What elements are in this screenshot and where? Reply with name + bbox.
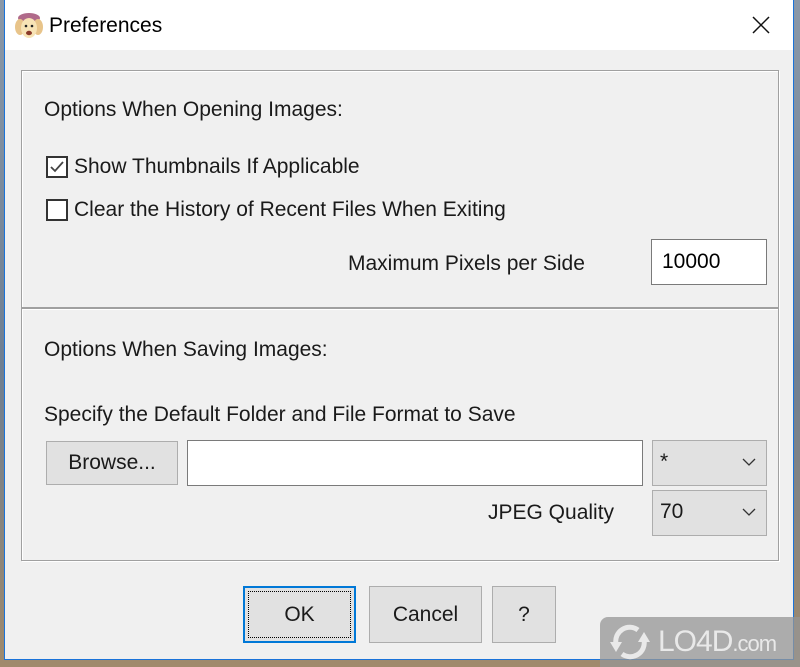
browse-button-label: Browse...	[68, 451, 156, 474]
cancel-button[interactable]: Cancel	[369, 586, 482, 643]
show-thumbnails-checkbox[interactable]: Show Thumbnails If Applicable	[46, 155, 360, 179]
jpeg-quality-dropdown[interactable]: 70	[652, 490, 767, 536]
checkmark-icon	[50, 161, 64, 173]
help-button-label: ?	[518, 602, 530, 626]
max-pixels-label: Maximum Pixels per Side	[348, 252, 585, 275]
cancel-button-label: Cancel	[392, 602, 459, 626]
refresh-arrows-icon	[610, 624, 650, 660]
close-button[interactable]	[729, 0, 793, 50]
preferences-dialog: Preferences Options When Opening Images:…	[4, 0, 794, 660]
saving-heading: Options When Saving Images:	[44, 338, 328, 361]
chevron-down-icon	[742, 458, 756, 466]
saving-options-group: Options When Saving Images: Specify the …	[21, 307, 779, 561]
max-pixels-input[interactable]	[651, 239, 767, 285]
opening-heading: Options When Opening Images:	[44, 98, 343, 121]
show-thumbnails-label: Show Thumbnails If Applicable	[74, 155, 360, 178]
jpeg-quality-value: 70	[660, 500, 684, 523]
lo4d-watermark: LO4D.com	[600, 617, 800, 667]
browse-button[interactable]: Browse...	[46, 441, 178, 485]
jpeg-quality-label: JPEG Quality	[488, 501, 615, 524]
save-folder-input[interactable]	[187, 440, 643, 486]
help-button[interactable]: ?	[492, 586, 556, 643]
folder-format-label: Specify the Default Folder and File Form…	[44, 403, 516, 426]
file-format-value: *	[660, 450, 669, 473]
dog-app-icon	[15, 13, 43, 38]
clear-history-checkbox[interactable]: Clear the History of Recent Files When E…	[46, 198, 506, 222]
focus-ring	[248, 591, 351, 638]
close-icon	[752, 16, 770, 34]
opening-options-group: Options When Opening Images: Show Thumbn…	[21, 70, 779, 307]
watermark-text: LO4D.com	[658, 625, 777, 658]
clear-history-label: Clear the History of Recent Files When E…	[74, 198, 506, 221]
ok-button[interactable]: OK	[243, 586, 356, 643]
title-bar[interactable]: Preferences	[5, 0, 793, 50]
checkbox-unchecked[interactable]	[46, 199, 68, 221]
file-format-dropdown[interactable]: *	[652, 440, 767, 486]
window-title: Preferences	[49, 14, 163, 37]
checkbox-checked[interactable]	[46, 156, 68, 178]
chevron-down-icon	[742, 508, 756, 516]
